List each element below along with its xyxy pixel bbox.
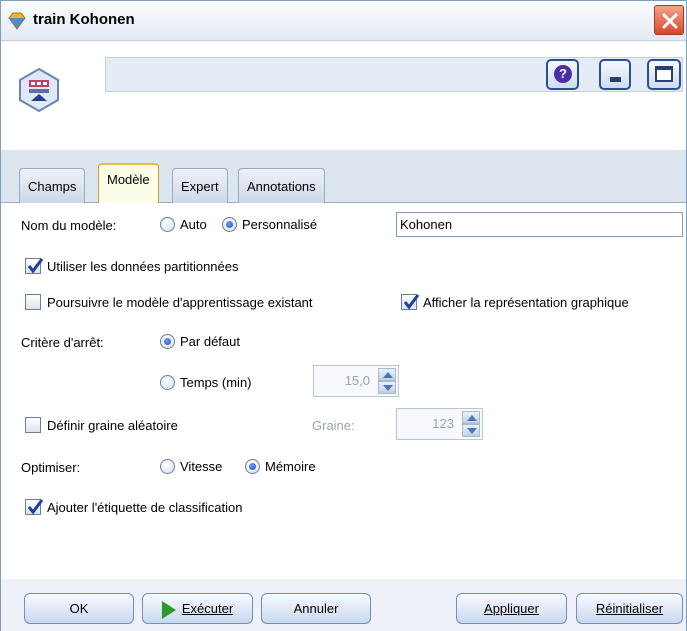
play-icon <box>161 600 176 619</box>
button-bar: OK Exécuter Annuler Appliquer Réinitiali… <box>1 579 686 631</box>
close-icon <box>662 13 678 29</box>
apply-label: Appliquer <box>484 601 539 616</box>
use-partitioned-checkbox[interactable] <box>25 258 44 274</box>
node-name-strip <box>105 57 683 92</box>
spinner-arrows <box>462 411 480 437</box>
time-value: 15,0 <box>344 373 370 388</box>
dialog-header: ? <box>1 42 686 150</box>
stop-criterion-label: Critère d'arrêt: <box>21 335 104 350</box>
title-bar[interactable]: train Kohonen <box>1 1 686 41</box>
memory-label: Mémoire <box>265 459 316 474</box>
seed-value: 123 <box>432 416 454 431</box>
time-label: Temps (min) <box>180 375 252 390</box>
minimize-icon <box>610 77 621 82</box>
tab-expert[interactable]: Expert <box>172 168 228 203</box>
window-title: train Kohonen <box>33 11 135 28</box>
random-seed-label: Définir graine aléatoire <box>47 418 178 433</box>
checkmark-icon <box>27 499 44 515</box>
memory-radio[interactable] <box>245 459 260 474</box>
apply-button[interactable]: Appliquer <box>456 593 567 624</box>
random-seed-checkbox[interactable] <box>25 417 41 433</box>
time-spinner[interactable]: 15,0 <box>313 365 399 397</box>
reset-button[interactable]: Réinitialiser <box>576 593 683 624</box>
spinner-arrows <box>378 368 396 394</box>
custom-radio[interactable] <box>222 217 237 232</box>
tab-champs[interactable]: Champs <box>19 168 86 203</box>
checkmark-icon <box>27 258 44 274</box>
tab-bar: Champs Modèle Expert Annotations <box>1 150 686 203</box>
help-button[interactable]: ? <box>546 59 579 90</box>
tab-annotations[interactable]: Annotations <box>238 168 325 203</box>
speed-radio[interactable] <box>160 459 175 474</box>
checkmark-icon <box>403 294 420 310</box>
auto-label: Auto <box>180 217 207 232</box>
tab-modele[interactable]: Modèle <box>98 163 159 203</box>
continue-training-checkbox[interactable] <box>25 294 41 310</box>
cancel-button[interactable]: Annuler <box>261 593 371 624</box>
add-cluster-label: Ajouter l'étiquette de classification <box>47 500 243 515</box>
run-button[interactable]: Exécuter <box>142 593 253 624</box>
model-name-input[interactable]: Kohonen <box>396 212 683 237</box>
close-button[interactable] <box>654 5 684 35</box>
auto-radio[interactable] <box>160 217 175 232</box>
diamond-icon <box>8 12 26 30</box>
add-cluster-checkbox[interactable] <box>25 499 44 515</box>
reset-label: Réinitialiser <box>595 601 664 616</box>
model-tab-panel: Nom du modèle: Auto Personnalisé Kohonen… <box>1 203 686 579</box>
spinner-up-icon[interactable] <box>462 411 480 424</box>
time-radio[interactable] <box>160 375 175 390</box>
spinner-down-icon[interactable] <box>378 381 396 394</box>
show-graph-checkbox[interactable] <box>401 294 420 310</box>
model-name-label: Nom du modèle: <box>21 218 117 233</box>
speed-label: Vitesse <box>180 459 223 474</box>
continue-training-label: Poursuivre le modèle d'apprentissage exi… <box>47 295 313 310</box>
minimize-button[interactable] <box>599 59 631 90</box>
help-icon: ? <box>554 65 572 83</box>
custom-label: Personnalisé <box>242 217 318 232</box>
show-graph-label: Afficher la représentation graphique <box>423 295 629 310</box>
optimize-label: Optimiser: <box>21 460 81 475</box>
spinner-up-icon[interactable] <box>378 368 396 381</box>
run-label: Exécuter <box>181 601 234 616</box>
default-radio[interactable] <box>160 334 175 349</box>
maximize-icon <box>655 66 673 82</box>
ok-button[interactable]: OK <box>24 593 134 624</box>
spinner-down-icon[interactable] <box>462 424 480 437</box>
dialog-window: train Kohonen ? Champs Modèle Expert Ann… <box>0 0 687 631</box>
seed-label: Graine: <box>312 418 355 433</box>
default-label: Par défaut <box>180 334 240 349</box>
use-partitioned-label: Utiliser les données partitionnées <box>47 259 239 274</box>
kohonen-node-icon <box>19 67 59 113</box>
seed-spinner[interactable]: 123 <box>396 408 483 440</box>
maximize-button[interactable] <box>647 59 681 90</box>
